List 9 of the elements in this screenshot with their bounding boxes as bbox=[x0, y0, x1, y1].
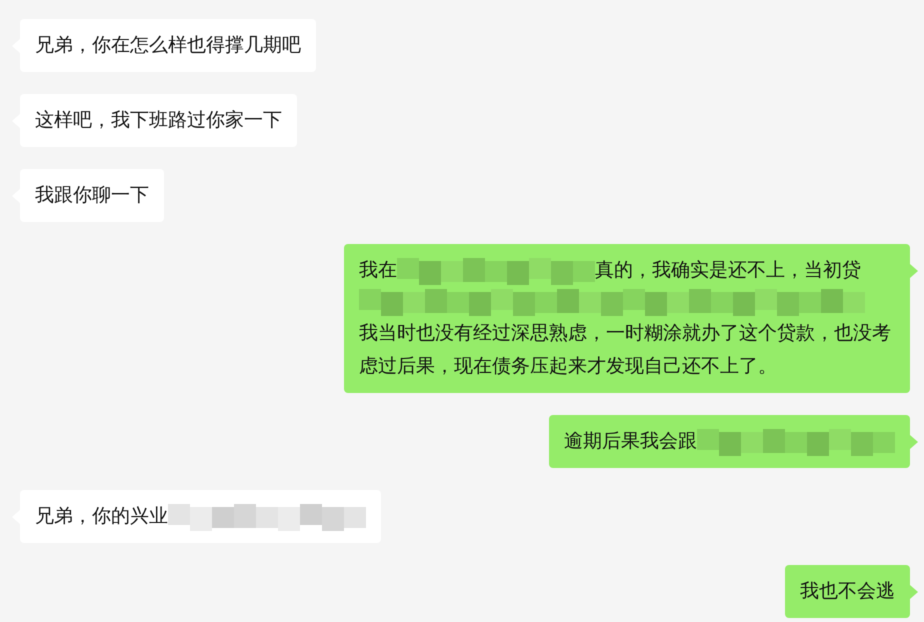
message-text: 这样吧，我下班路过你家一下 bbox=[35, 109, 282, 131]
message-text: 我跟你聊一下 bbox=[35, 184, 149, 206]
message-text: 兄弟，你的兴业 bbox=[35, 505, 168, 527]
message-text: 真的，我确实是还不上，当初贷 bbox=[595, 259, 861, 281]
message-text: 逾期后果我会跟 bbox=[564, 430, 697, 452]
message-text: 我在 bbox=[359, 259, 397, 281]
message-text: 兄弟，你在怎么样也得撑几期吧 bbox=[35, 34, 301, 56]
message-text: 我也不会逃 bbox=[800, 580, 895, 602]
message-text: 我当时也没有经过深思熟虑，一时糊涂就办了这个贷款，也没考虑过后果，现在债务压起来才发现自己还不上了。 bbox=[359, 322, 891, 377]
